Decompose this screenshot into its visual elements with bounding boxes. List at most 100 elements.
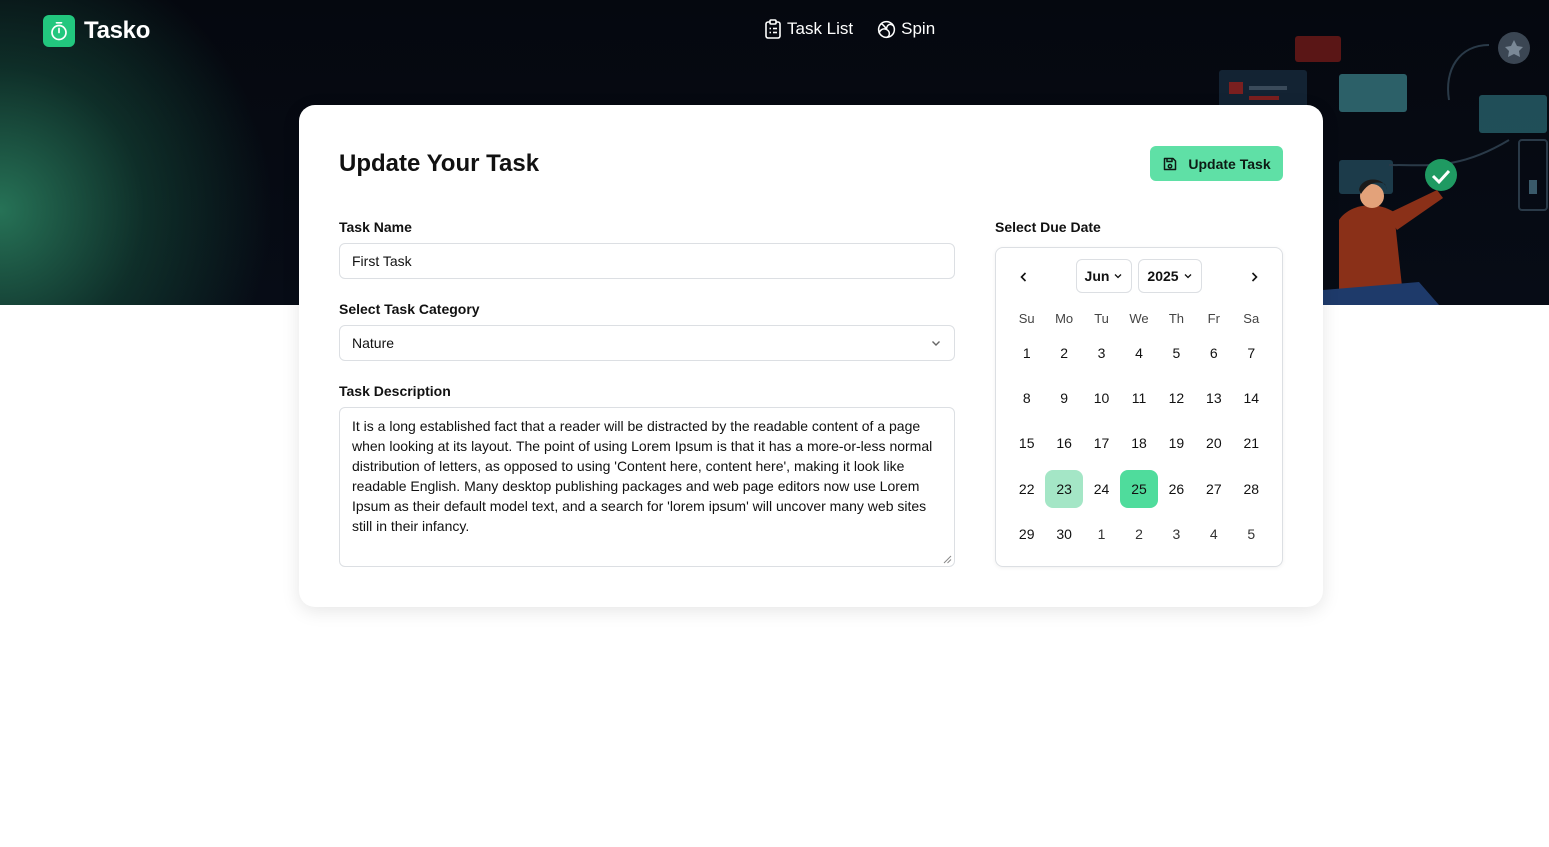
calendar-cell: 28 xyxy=(1233,466,1270,511)
calendar-cell: 16 xyxy=(1045,421,1082,466)
calendar-cell: 3 xyxy=(1083,330,1120,375)
calendar-cell: 15 xyxy=(1008,421,1045,466)
category-label: Select Task Category xyxy=(339,301,480,317)
update-task-button[interactable]: Update Task xyxy=(1150,146,1283,181)
brand[interactable]: Tasko xyxy=(43,15,150,47)
calendar-day[interactable]: 17 xyxy=(1083,424,1120,462)
description-textarea[interactable]: It is a long established fact that a rea… xyxy=(339,407,955,567)
year-select[interactable]: 2025 xyxy=(1138,259,1202,293)
weekday-label: Sa xyxy=(1243,310,1260,326)
weekday-header: Su Mo Tu We Th Fr Sa xyxy=(1008,306,1270,330)
calendar-cell: 24 xyxy=(1083,466,1120,511)
calendar-cell: 3 xyxy=(1158,512,1195,557)
calendar-cell: 21 xyxy=(1233,421,1270,466)
previous-month-button[interactable] xyxy=(1012,265,1036,289)
category-select[interactable]: Nature xyxy=(339,325,955,361)
main-nav: Task List Spin xyxy=(764,19,935,39)
next-month-button[interactable] xyxy=(1242,265,1266,289)
calendar-cell: 1 xyxy=(1083,512,1120,557)
calendar-day[interactable]: 16 xyxy=(1045,424,1082,462)
calendar-day[interactable]: 5 xyxy=(1158,334,1195,372)
calendar-day[interactable]: 4 xyxy=(1195,515,1232,553)
calendar-cell: 27 xyxy=(1195,466,1232,511)
calendar-day[interactable]: 18 xyxy=(1120,424,1157,462)
calendar-day-today[interactable]: 23 xyxy=(1045,469,1083,508)
calendar-day[interactable]: 2 xyxy=(1120,515,1157,553)
calendar-cell: 11 xyxy=(1120,375,1157,420)
calendar-week: 8 9 10 11 12 13 14 xyxy=(1008,375,1270,420)
calendar-week: 15 16 17 18 19 20 21 xyxy=(1008,421,1270,466)
clipboard-icon xyxy=(765,19,781,39)
task-name-input[interactable]: First Task xyxy=(339,243,955,279)
calendar-day[interactable]: 30 xyxy=(1045,515,1082,553)
calendar-day[interactable]: 1 xyxy=(1008,334,1045,372)
calendar-day[interactable]: 14 xyxy=(1233,379,1270,417)
calendar-day[interactable]: 5 xyxy=(1233,515,1270,553)
calendar-cell: 4 xyxy=(1120,330,1157,375)
calendar-cell: 26 xyxy=(1158,466,1195,511)
calendar-day[interactable]: 21 xyxy=(1233,424,1270,462)
update-task-label: Update Task xyxy=(1188,155,1271,172)
calendar-day[interactable]: 24 xyxy=(1083,470,1120,508)
calendar-cell: 14 xyxy=(1233,375,1270,420)
weekday-label: Mo xyxy=(1055,310,1074,326)
calendar-day[interactable]: 28 xyxy=(1233,470,1270,508)
calendar-cell: 30 xyxy=(1045,512,1082,557)
calendar-day[interactable]: 1 xyxy=(1083,515,1120,553)
calendar-day[interactable]: 6 xyxy=(1195,334,1232,372)
calendar-cell: 2 xyxy=(1045,330,1082,375)
calendar-cell: 7 xyxy=(1233,330,1270,375)
calendar-grid: Su Mo Tu We Th Fr Sa 1 2 3 4 5 6 7 8 9 10 11 12 13 14… xyxy=(1008,306,1270,557)
weekday-label: Fr xyxy=(1207,310,1220,326)
calendar-day[interactable]: 29 xyxy=(1008,515,1045,553)
date-picker: Jun 2025 Su Mo Tu We Th Fr Sa 1 2 3 4 5 … xyxy=(995,247,1283,567)
month-value: Jun xyxy=(1084,268,1110,284)
nav-item-spin[interactable]: Spin xyxy=(877,19,935,39)
update-task-card: Update Your Task Update Task Task Name F… xyxy=(299,105,1323,607)
month-select[interactable]: Jun xyxy=(1076,259,1132,293)
calendar-cell: 29 xyxy=(1008,512,1045,557)
calendar-day[interactable]: 22 xyxy=(1008,470,1045,508)
calendar-cell: 4 xyxy=(1195,512,1232,557)
calendar-day-selected[interactable]: 25 xyxy=(1120,469,1158,508)
calendar-day[interactable]: 13 xyxy=(1195,379,1232,417)
calendar-cell: 6 xyxy=(1195,330,1232,375)
resize-handle-icon[interactable] xyxy=(943,555,952,564)
save-icon xyxy=(1164,157,1177,170)
weekday-label: Tu xyxy=(1094,310,1109,326)
calendar-cell: 18 xyxy=(1120,421,1157,466)
calendar-cell: 2 xyxy=(1120,512,1157,557)
calendar-day[interactable]: 3 xyxy=(1158,515,1195,553)
calendar-weeks: 1 2 3 4 5 6 7 8 9 10 11 12 13 14 15 16 17 18 19 20 21 22 23 24 2… xyxy=(1008,330,1270,557)
due-date-label: Select Due Date xyxy=(995,219,1101,235)
calendar-day[interactable]: 26 xyxy=(1158,470,1195,508)
weekday-label: We xyxy=(1129,310,1149,326)
task-name-value: First Task xyxy=(352,253,412,269)
calendar-cell: 5 xyxy=(1233,512,1270,557)
nav-item-label: Spin xyxy=(901,19,936,38)
calendar-cell: 8 xyxy=(1008,375,1045,420)
calendar-cell: 10 xyxy=(1083,375,1120,420)
calendar-day[interactable]: 20 xyxy=(1195,424,1232,462)
calendar-day[interactable]: 4 xyxy=(1120,334,1157,372)
calendar-day[interactable]: 7 xyxy=(1233,334,1270,372)
calendar-day[interactable]: 2 xyxy=(1045,334,1082,372)
nav-item-task-list[interactable]: Task List xyxy=(764,19,853,39)
calendar-day[interactable]: 11 xyxy=(1120,379,1157,417)
calendar-week: 29 30 1 2 3 4 5 xyxy=(1008,512,1270,557)
calendar-day[interactable]: 10 xyxy=(1083,379,1120,417)
calendar-cell: 9 xyxy=(1045,375,1082,420)
brand-name: Tasko xyxy=(84,17,151,44)
calendar-day[interactable]: 8 xyxy=(1008,379,1045,417)
weekday-label: Th xyxy=(1168,310,1184,326)
calendar-day[interactable]: 9 xyxy=(1045,379,1082,417)
calendar-day[interactable]: 12 xyxy=(1158,379,1195,417)
calendar-day[interactable]: 19 xyxy=(1158,424,1195,462)
chevron-down-icon xyxy=(1184,274,1192,279)
calendar-day[interactable]: 27 xyxy=(1195,470,1232,508)
calendar-day[interactable]: 15 xyxy=(1008,424,1045,462)
calendar-cell: 23 xyxy=(1045,466,1083,511)
description-label: Task Description xyxy=(339,383,451,399)
calendar-cell: 13 xyxy=(1195,375,1232,420)
calendar-day[interactable]: 3 xyxy=(1083,334,1120,372)
